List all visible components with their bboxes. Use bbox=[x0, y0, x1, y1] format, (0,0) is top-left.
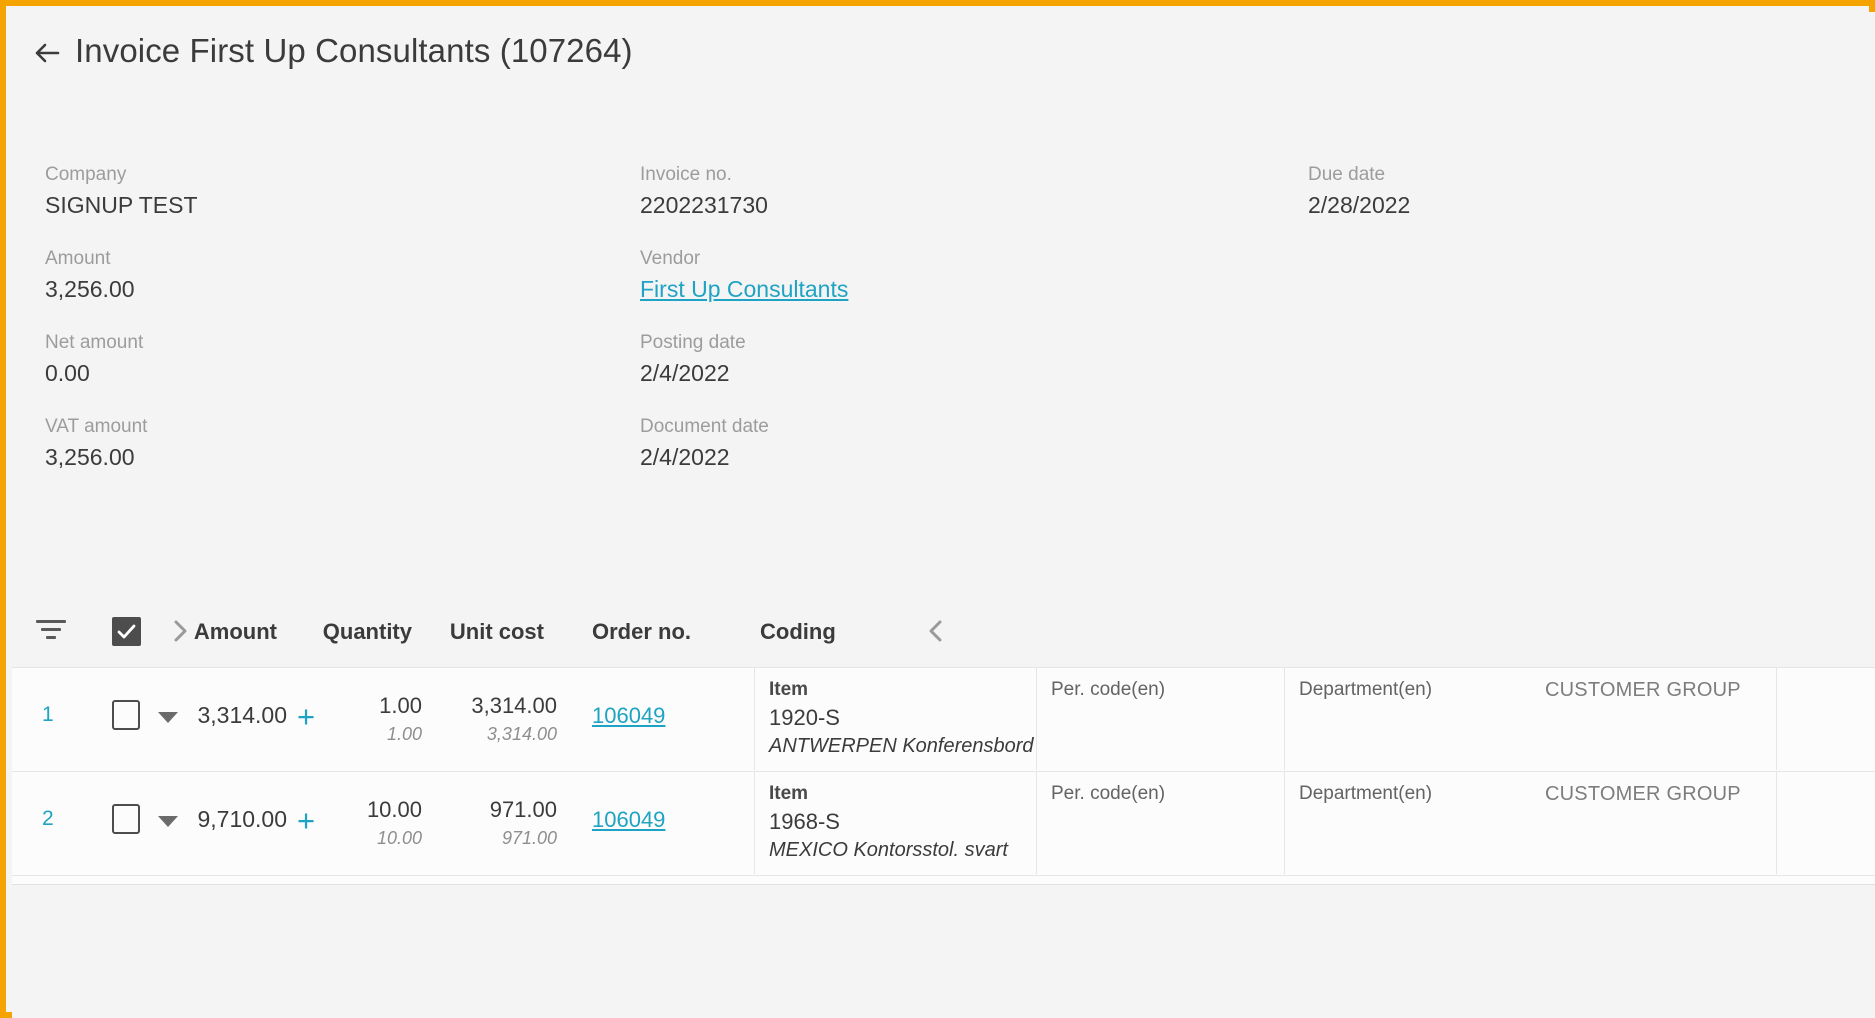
field-company: Company SIGNUP TEST bbox=[45, 162, 198, 222]
unit-cost-value: 3,314.00 bbox=[471, 693, 557, 718]
column-header-unit-cost[interactable]: Unit cost bbox=[424, 597, 544, 667]
chevron-left-icon[interactable] bbox=[920, 615, 952, 647]
arrow-left-icon[interactable] bbox=[28, 34, 66, 72]
department-label: Department(en) bbox=[1299, 783, 1433, 804]
summary-column-right: Due date 2/28/2022 bbox=[1308, 162, 1410, 246]
quantity-sub-value: 10.00 bbox=[376, 828, 422, 848]
per-code-label: Per. code(en) bbox=[1051, 783, 1166, 804]
table-row[interactable]: 1 3,314.00 + 1.00 1.00 3,314.00 3,314.00… bbox=[12, 668, 1875, 772]
cell-department[interactable]: Department(en) bbox=[1284, 772, 1531, 874]
field-value: 0.00 bbox=[45, 360, 90, 386]
field-label: Posting date bbox=[640, 332, 746, 353]
quantity-sub-value: 1.00 bbox=[386, 724, 422, 744]
table-footer-spacer bbox=[12, 876, 1875, 885]
coding-code: 1968-S bbox=[769, 809, 840, 834]
table-header-row: Amount Quantity Unit cost Order no. Codi… bbox=[12, 597, 1875, 667]
customer-group-label: CUSTOMER GROUP bbox=[1545, 679, 1741, 701]
cell-amount: 9,710.00 bbox=[197, 806, 287, 832]
field-posting-date: Posting date 2/4/2022 bbox=[640, 330, 848, 390]
field-due-date: Due date 2/28/2022 bbox=[1308, 162, 1410, 222]
field-label: Company bbox=[45, 164, 127, 185]
cell-amount: 3,314.00 bbox=[197, 702, 287, 728]
field-value: 3,256.00 bbox=[45, 444, 135, 470]
department-label: Department(en) bbox=[1299, 679, 1433, 700]
table-body: 1 3,314.00 + 1.00 1.00 3,314.00 3,314.00… bbox=[12, 667, 1875, 885]
coding-description: ANTWERPEN Konferensbord bbox=[769, 735, 1034, 757]
coding-dimension-label: Item bbox=[769, 783, 809, 804]
field-label: Document date bbox=[640, 416, 769, 437]
unit-cost-sub-value: 971.00 bbox=[501, 828, 557, 848]
field-amount: Amount 3,256.00 bbox=[45, 246, 198, 306]
order-no-link[interactable]: 106049 bbox=[592, 703, 665, 729]
field-label: Amount bbox=[45, 248, 111, 269]
coding-dimension-label: Item bbox=[769, 679, 809, 700]
field-invoice-no: Invoice no. 2202231730 bbox=[640, 162, 848, 222]
cell-per-code[interactable]: Per. code(en) bbox=[1036, 668, 1284, 770]
filter-lines-icon[interactable] bbox=[36, 620, 66, 644]
customer-group-label: CUSTOMER GROUP bbox=[1545, 783, 1741, 805]
cell-trailing bbox=[1776, 668, 1875, 770]
cell-coding[interactable]: Item 1968-S MEXICO Kontorsstol. svart bbox=[754, 772, 1036, 874]
cell-unit-cost: 971.00 971.00 bbox=[442, 794, 557, 851]
coding-description: MEXICO Kontorsstol. svart bbox=[769, 839, 1008, 861]
field-value: 2/4/2022 bbox=[640, 444, 730, 470]
cell-customer-group[interactable]: CUSTOMER GROUP bbox=[1531, 668, 1776, 770]
field-value: 2/28/2022 bbox=[1308, 192, 1411, 218]
page-title: Invoice First Up Consultants (107264) bbox=[75, 32, 633, 69]
cell-unit-cost: 3,314.00 3,314.00 bbox=[442, 690, 557, 747]
invoice-summary: Company SIGNUP TEST Amount 3,256.00 Net … bbox=[12, 162, 1875, 502]
field-label: Due date bbox=[1308, 164, 1386, 185]
field-document-date: Document date 2/4/2022 bbox=[640, 414, 848, 474]
line-number[interactable]: 2 bbox=[42, 807, 54, 831]
window-frame: Invoice First Up Consultants (107264) Co… bbox=[0, 0, 1875, 1018]
field-net-amount: Net amount 0.00 bbox=[45, 330, 198, 390]
field-label: Invoice no. bbox=[640, 164, 732, 185]
table-row[interactable]: 2 9,710.00 + 10.00 10.00 971.00 971.00 1… bbox=[12, 772, 1875, 876]
page-header: Invoice First Up Consultants (107264) bbox=[12, 12, 1875, 104]
invoice-lines-table: Amount Quantity Unit cost Order no. Codi… bbox=[12, 597, 1875, 885]
field-value: 3,256.00 bbox=[45, 276, 135, 302]
field-vat-amount: VAT amount 3,256.00 bbox=[45, 414, 198, 474]
summary-column-middle: Invoice no. 2202231730 Vendor First Up C… bbox=[640, 162, 848, 498]
field-value: SIGNUP TEST bbox=[45, 192, 198, 218]
cell-quantity: 1.00 1.00 bbox=[312, 690, 422, 747]
column-header-quantity[interactable]: Quantity bbox=[292, 597, 412, 667]
cell-customer-group[interactable]: CUSTOMER GROUP bbox=[1531, 772, 1776, 874]
field-label: Vendor bbox=[640, 248, 701, 269]
cell-per-code[interactable]: Per. code(en) bbox=[1036, 772, 1284, 874]
quantity-value: 1.00 bbox=[379, 693, 422, 718]
field-label: Net amount bbox=[45, 332, 144, 353]
cell-quantity: 10.00 10.00 bbox=[312, 794, 422, 851]
field-vendor: Vendor First Up Consultants bbox=[640, 246, 848, 306]
cell-department[interactable]: Department(en) bbox=[1284, 668, 1531, 770]
page-root: Invoice First Up Consultants (107264) Co… bbox=[12, 12, 1875, 1018]
quantity-value: 10.00 bbox=[366, 797, 422, 822]
vendor-link[interactable]: First Up Consultants bbox=[640, 272, 848, 306]
unit-cost-value: 971.00 bbox=[489, 797, 557, 822]
line-number[interactable]: 1 bbox=[42, 703, 54, 727]
column-header-order-no[interactable]: Order no. bbox=[592, 597, 691, 667]
coding-code: 1920-S bbox=[769, 705, 840, 730]
order-no-link[interactable]: 106049 bbox=[592, 807, 665, 833]
summary-column-left: Company SIGNUP TEST Amount 3,256.00 Net … bbox=[45, 162, 198, 498]
field-value: 2/4/2022 bbox=[640, 360, 730, 386]
column-header-coding[interactable]: Coding bbox=[760, 597, 836, 667]
field-value: 2202231730 bbox=[640, 192, 768, 218]
unit-cost-sub-value: 3,314.00 bbox=[486, 724, 557, 744]
cell-coding[interactable]: Item 1920-S ANTWERPEN Konferensbord bbox=[754, 668, 1036, 770]
cell-trailing bbox=[1776, 772, 1875, 874]
per-code-label: Per. code(en) bbox=[1051, 679, 1166, 700]
field-label: VAT amount bbox=[45, 416, 148, 437]
column-header-amount[interactable]: Amount bbox=[117, 597, 277, 667]
